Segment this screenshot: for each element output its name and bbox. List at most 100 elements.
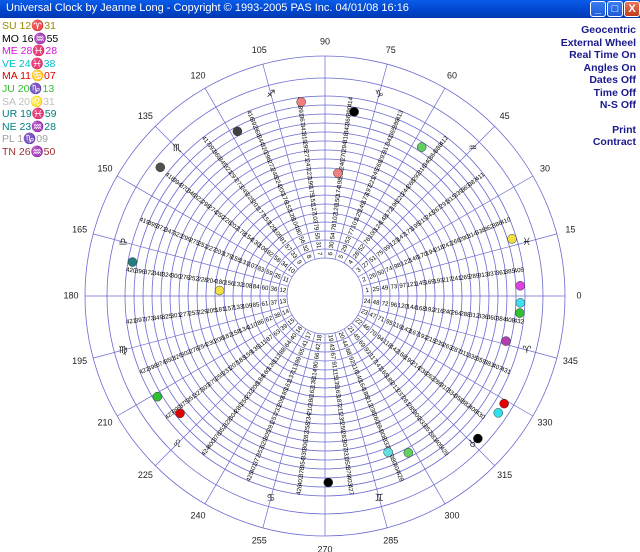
maximize-button[interactable]: □ [607, 1, 623, 17]
degree-label: 300 [444, 510, 459, 520]
wheel-cell-value: 79 [312, 223, 320, 231]
degree-label: 180 [63, 290, 78, 300]
wheel-cell-value: 412 [438, 134, 450, 147]
wheel-cell-value: 410 [500, 216, 513, 227]
zodiac-sign-glyph: ♋ [266, 493, 275, 504]
zodiac-sign-glyph: ♏ [173, 143, 182, 154]
degree-label: 150 [98, 163, 113, 173]
wheel-cell-value: 43 [328, 343, 336, 351]
wheel-spoke [116, 175, 293, 278]
zodiac-sign-glyph: ♈ [522, 345, 531, 356]
minimize-button[interactable]: _ [590, 1, 606, 17]
planet-marker [155, 162, 166, 173]
wheel-cell-value: 60 [261, 284, 269, 292]
wheel-cell-value: 13 [279, 298, 287, 306]
planet-marker [501, 336, 511, 346]
planet-marker [473, 433, 483, 444]
wheel-cell-value: 1 [365, 287, 370, 294]
planet-marker [232, 126, 243, 137]
planet-marker [515, 298, 526, 308]
planet-marker [403, 447, 414, 458]
zodiac-sign-glyph: ♓ [522, 237, 531, 248]
wheel-cell-value: 30 [328, 241, 336, 249]
window-title: Universal Clock by Jeanne Long - Copyrig… [6, 2, 409, 14]
wheel-spoke [116, 314, 293, 417]
wheel-cell-value: 18 [316, 334, 324, 342]
wheel-cell-value: 84 [252, 283, 260, 291]
wheel-cell-value: 49 [381, 284, 389, 292]
planet-marker [175, 408, 185, 419]
planet-marker [296, 97, 306, 107]
zodiac-sign-glyph: ♒ [468, 143, 477, 154]
wheel-cell-value: 427 [346, 484, 354, 496]
wheel-cell-value: 61 [261, 300, 269, 308]
wheel-cell-value: 431 [499, 366, 512, 377]
planet-marker [323, 477, 334, 488]
wheel-cell-value: 432 [513, 318, 525, 326]
degree-label: 330 [537, 417, 552, 427]
title-bar[interactable]: Universal Clock by Jeanne Long - Copyrig… [0, 0, 640, 18]
wheel-cell-value: 2 [361, 276, 367, 284]
degree-label: 210 [98, 417, 113, 427]
wheel-cell-value: 12 [279, 287, 287, 295]
wheel-cell-value: 429 [438, 445, 450, 458]
wheel-cell-value: 55 [313, 232, 321, 240]
degree-label: 195 [72, 356, 87, 366]
wheel-cell-value: 5 [337, 253, 345, 259]
universal-clock-wheel: 1 25 49 73 97 1211451691932172412652893133373… [63, 36, 581, 552]
planet-marker [493, 408, 504, 418]
degree-label: 105 [252, 45, 267, 55]
wheel-cell-value: 6 [327, 251, 334, 256]
wheel-spoke [204, 87, 307, 264]
wheel-cell-value: 24 [363, 298, 371, 306]
wheel-cell-value: 66 [313, 352, 321, 360]
wheel-cell-value: 25 [372, 285, 380, 293]
wheel-cell-value: 31 [314, 241, 322, 249]
wheel-cell-value: 36 [270, 285, 278, 293]
degree-label: 0 [576, 290, 581, 300]
wheel-cell-value: 7 [316, 252, 323, 257]
wheel-spoke [204, 328, 307, 505]
wheel-cell-value: 428 [394, 471, 405, 484]
planet-marker [152, 391, 163, 402]
planet-marker [214, 285, 225, 296]
zodiac-sign-glyph: ♑ [375, 89, 384, 100]
degree-label: 315 [497, 470, 512, 480]
zodiac-sign-glyph: ♍ [119, 345, 128, 356]
degree-label: 285 [383, 536, 398, 546]
planet-marker [515, 308, 525, 318]
wheel-cell-value: 19 [326, 334, 334, 342]
wheel-cell-value: 48 [372, 299, 380, 307]
planet-marker [416, 142, 427, 152]
wheel-spoke [357, 175, 534, 278]
wheel-cell-value: 67 [329, 352, 337, 360]
wheel-cell-value: 430 [474, 409, 487, 421]
wheel-ring [286, 257, 364, 335]
wheel-cell-value: 85 [252, 301, 260, 309]
degree-label: 90 [320, 36, 330, 46]
degree-label: 270 [317, 544, 332, 552]
wheel-cell-value: 421 [126, 317, 138, 325]
degree-label: 30 [540, 163, 550, 173]
wheel-cell-value: 414 [347, 96, 355, 108]
wheel-cell-value: 9 [295, 259, 303, 266]
wheel-cell-value: 42 [314, 343, 322, 351]
wheel-cell-value: 8 [305, 254, 313, 260]
zodiac-sign-glyph: ♌ [173, 439, 182, 450]
wheel-spoke [343, 328, 446, 505]
planet-marker [349, 107, 359, 117]
planet-marker [507, 234, 517, 244]
wheel-cell-value: 420 [126, 266, 138, 274]
degree-label: 120 [190, 70, 205, 80]
close-button[interactable]: X [624, 1, 640, 17]
degree-label: 45 [500, 111, 510, 121]
planet-marker [383, 447, 393, 457]
degree-label: 135 [138, 111, 153, 121]
degree-label: 60 [447, 70, 457, 80]
wheel-cell-value: 37 [270, 299, 278, 307]
degree-label: 240 [190, 510, 205, 520]
degree-label: 15 [565, 225, 575, 235]
degree-label: 255 [252, 536, 267, 546]
degree-label: 345 [563, 356, 578, 366]
wheel-cell-value: 54 [329, 232, 337, 240]
